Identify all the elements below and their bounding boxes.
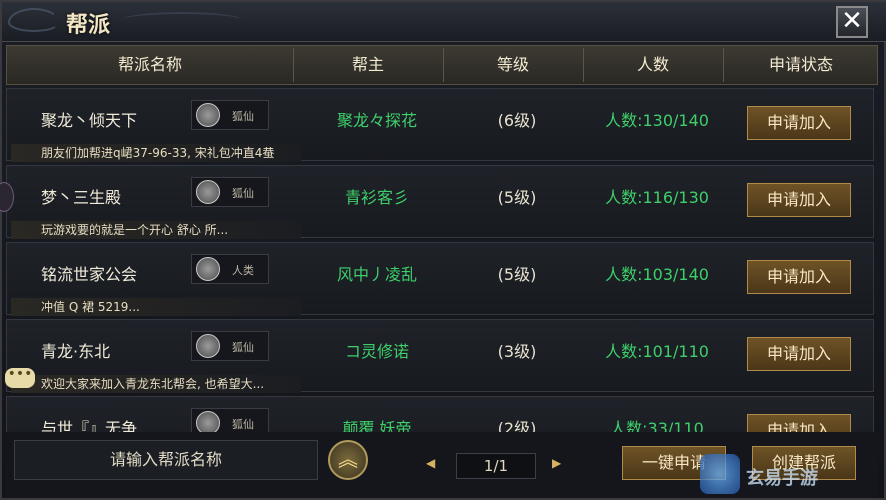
scroll-up-button[interactable]: ︽ [328,440,368,480]
apply-join-button[interactable]: 申请加入 [747,106,851,140]
arrow-left-icon: ◀ [426,456,436,470]
table-header: 帮派名称 帮主 等级 人数 申请状态 [6,45,878,85]
column-members: 人数 [636,55,669,74]
watermark: 玄易手游 [700,452,870,496]
chevron-up-icon: ︽ [338,447,358,471]
guild-leader: 风中丿凌乱 [336,265,417,284]
table-row[interactable]: 聚龙丶倾天下 狐仙 聚龙々探花 (6级) 人数:130/140 申请加入 朋友们… [6,88,874,162]
guild-search-input[interactable]: 请输入帮派名称 [14,440,318,480]
guild-leader: 青衫客彡 [344,188,409,207]
race-icon [196,180,220,204]
race-badge: 狐仙 [191,100,269,130]
guild-leader: コ灵修诺 [344,342,409,361]
guild-level: (6级) [497,111,537,130]
chat-icon[interactable]: ••• [5,367,35,388]
column-leader: 帮主 [351,55,384,74]
page-indicator: 1/1 [456,453,536,479]
column-apply-status: 申请状态 [768,55,833,74]
race-badge: 人类 [191,254,269,284]
apply-join-button[interactable]: 申请加入 [747,337,851,371]
prev-page-button[interactable]: ◀ [426,456,435,470]
guild-notice: 玩游戏要的就是一个开心 舒心 所... [11,221,301,239]
guild-members: 人数:33/110 [610,419,704,432]
window-title: 帮派 [66,13,111,38]
race-label: 狐仙 [232,418,254,431]
close-button[interactable]: ✕ [836,6,868,38]
guild-level: (5级) [497,265,537,284]
table-row[interactable]: 与世『』无争 狐仙 颠覆 妖帝 (2级) 人数:33/110 申请加入 [6,396,874,432]
race-icon [196,103,220,127]
guild-members: 人数:101/110 [605,342,709,361]
guild-name: 青龙·东北 [41,342,111,361]
race-icon [196,257,220,281]
race-label: 狐仙 [232,341,254,354]
race-label: 狐仙 [232,187,254,200]
race-badge: 狐仙 [191,408,269,432]
guild-name: 聚龙丶倾天下 [41,111,138,130]
apply-join-button[interactable]: 申请加入 [747,183,851,217]
guild-notice: 冲值 Q 裙 5219... [11,298,301,316]
guild-notice: 朋友们加帮进q峮37-96-33, 宋礼包冲直4蛬 [11,144,301,162]
watermark-text: 玄易手游 [746,468,818,489]
table-row[interactable]: 青龙·东北 狐仙 コ灵修诺 (3级) 人数:101/110 申请加入 欢迎大家来… [6,319,874,393]
column-guild-name: 帮派名称 [117,55,182,74]
guild-list[interactable]: 聚龙丶倾天下 狐仙 聚龙々探花 (6级) 人数:130/140 申请加入 朋友们… [6,88,874,432]
title-decoration-line [122,12,242,28]
race-icon [196,334,220,358]
race-icon [196,411,220,432]
table-row[interactable]: 梦丶三生殿 狐仙 青衫客彡 (5级) 人数:116/130 申请加入 玩游戏要的… [6,165,874,239]
guild-leader: 聚龙々探花 [336,111,417,130]
guild-members: 人数:116/130 [605,188,709,207]
column-level: 等级 [496,55,529,74]
race-label: 人类 [232,264,254,277]
guild-level: (2级) [497,419,537,432]
footer-bar: 请输入帮派名称 ︽ ◀ 1/1 ▶ 一键申请 创建帮派 玄易手游 [6,432,878,498]
arrow-right-icon: ▶ [552,456,562,470]
watermark-logo-icon [700,454,740,494]
guild-leader: 颠覆 妖帝 [342,419,412,432]
race-badge: 狐仙 [191,177,269,207]
close-icon: ✕ [841,6,863,36]
guild-level: (3级) [497,342,537,361]
apply-join-button[interactable]: 申请加入 [747,260,851,294]
race-badge: 狐仙 [191,331,269,361]
guild-name: 铭流世家公会 [41,265,138,284]
table-row[interactable]: 铭流世家公会 人类 风中丿凌乱 (5级) 人数:103/140 申请加入 冲值 … [6,242,874,316]
guild-level: (5级) [497,188,537,207]
guild-window: 帮派 ✕ 帮派名称 帮主 等级 人数 申请状态 聚龙丶倾天下 狐仙 聚龙々探花 … [0,0,886,500]
next-page-button[interactable]: ▶ [552,456,561,470]
apply-join-button[interactable]: 申请加入 [747,414,851,432]
title-bar: 帮派 ✕ [2,2,886,42]
race-label: 狐仙 [232,110,254,123]
guild-notice: 欢迎大家来加入青龙东北帮会, 也希望大... [11,375,301,393]
guild-name: 与世『』无争 [41,419,138,432]
guild-name: 梦丶三生殿 [41,188,122,207]
guild-members: 人数:130/140 [605,111,709,130]
title-decoration [8,8,60,32]
guild-members: 人数:103/140 [605,265,709,284]
